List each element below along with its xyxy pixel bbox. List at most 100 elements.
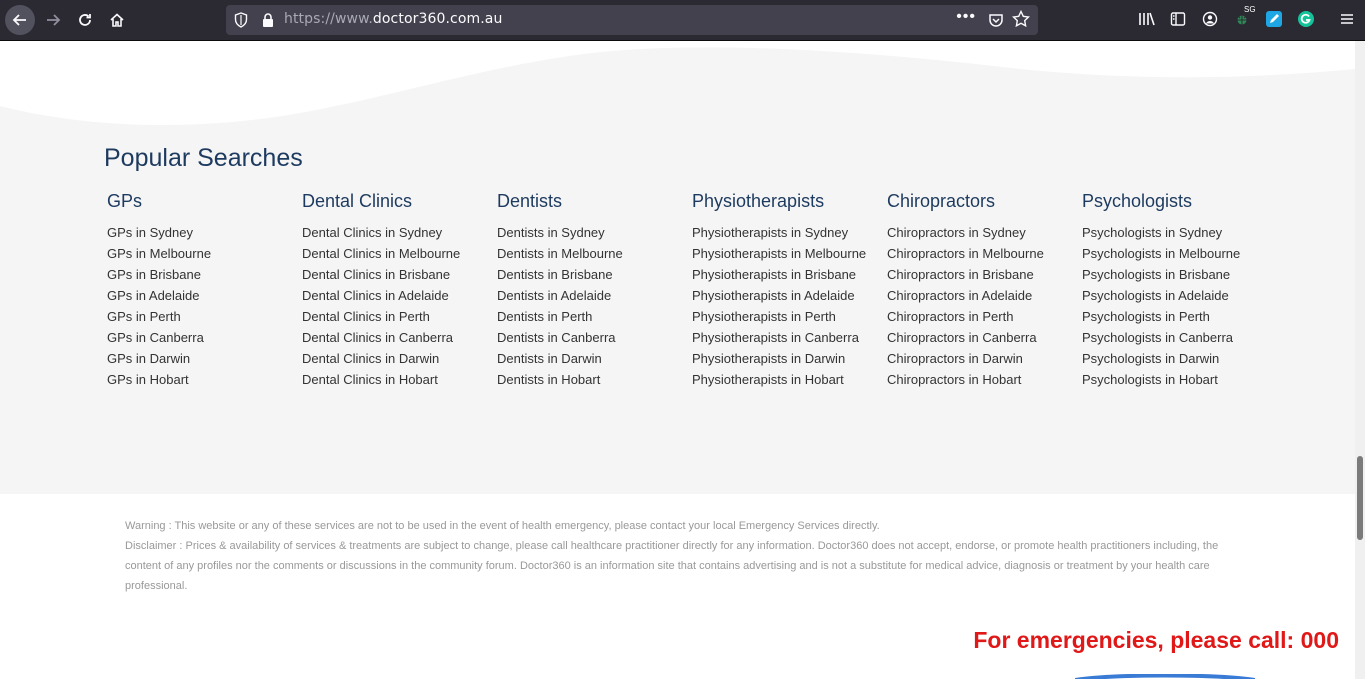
pocket-icon[interactable]: [988, 12, 1004, 28]
warning-text: Warning : This website or any of these s…: [125, 520, 880, 532]
sidebar-button[interactable]: [1167, 8, 1189, 30]
search-link[interactable]: Psychologists in Perth: [1082, 306, 1262, 327]
arrow-right-icon: [47, 14, 61, 26]
search-link[interactable]: Psychologists in Adelaide: [1082, 285, 1262, 306]
forward-button[interactable]: [38, 5, 68, 35]
search-link[interactable]: Dentists in Darwin: [497, 348, 677, 369]
search-link[interactable]: GPs in Darwin: [107, 348, 287, 369]
search-link[interactable]: Chiropractors in Melbourne: [887, 243, 1067, 264]
extension-button-notes[interactable]: [1263, 8, 1285, 30]
notes-pen-icon: [1266, 11, 1282, 27]
scrollbar-thumb[interactable]: [1357, 456, 1363, 540]
url-domain: doctor360.com.au: [372, 11, 503, 27]
search-link[interactable]: Psychologists in Hobart: [1082, 369, 1262, 390]
account-icon: [1202, 11, 1218, 27]
search-link[interactable]: GPs in Melbourne: [107, 243, 287, 264]
reload-icon: [79, 14, 91, 26]
search-link[interactable]: Chiropractors in Canberra: [887, 327, 1067, 348]
reload-button[interactable]: [70, 5, 100, 35]
bottom-arc-decoration: [1075, 674, 1255, 679]
column-heading-link[interactable]: Dental Clinics: [302, 191, 482, 218]
page-actions-menu[interactable]: •••: [956, 8, 976, 26]
search-link[interactable]: Psychologists in Brisbane: [1082, 264, 1262, 285]
search-link[interactable]: Physiotherapists in Sydney: [692, 222, 872, 243]
search-link[interactable]: Psychologists in Sydney: [1082, 222, 1262, 243]
search-link[interactable]: Chiropractors in Hobart: [887, 369, 1067, 390]
search-column: GPs GPs in Sydney GPs in Melbourne GPs in B…: [107, 191, 287, 390]
lock-icon[interactable]: [261, 12, 275, 28]
search-link[interactable]: Dentists in Perth: [497, 306, 677, 327]
search-column: Chiropractors Chiropractors in Sydney Chir…: [887, 191, 1067, 390]
search-link[interactable]: Dentists in Adelaide: [497, 285, 677, 306]
disclaimer-block: Warning : This website or any of these s…: [125, 516, 1235, 596]
search-link[interactable]: Physiotherapists in Adelaide: [692, 285, 872, 306]
browser-toolbar: https://www.doctor360.com.au ••• SG: [0, 0, 1365, 41]
back-button[interactable]: [5, 5, 35, 35]
search-link[interactable]: GPs in Brisbane: [107, 264, 287, 285]
account-button[interactable]: [1199, 8, 1221, 30]
search-link[interactable]: Dental Clinics in Hobart: [302, 369, 482, 390]
search-column: Dentists Dentists in Sydney Dentists in Me…: [497, 191, 677, 390]
search-link[interactable]: Physiotherapists in Darwin: [692, 348, 872, 369]
url-prefix: https://www.: [284, 11, 373, 27]
search-link[interactable]: Dentists in Sydney: [497, 222, 677, 243]
wave-divider: [0, 41, 1355, 126]
search-link[interactable]: Dentists in Canberra: [497, 327, 677, 348]
vertical-scrollbar[interactable]: [1355, 41, 1365, 679]
popular-searches-section: Popular Searches GPs GPs in Sydney GPs in …: [0, 41, 1355, 494]
app-menu-button[interactable]: [1336, 8, 1358, 30]
search-link[interactable]: Psychologists in Darwin: [1082, 348, 1262, 369]
arrow-left-icon: [12, 14, 26, 26]
address-bar[interactable]: https://www.doctor360.com.au •••: [226, 5, 1038, 35]
search-link[interactable]: Dentists in Brisbane: [497, 264, 677, 285]
search-column: Dental Clinics Dental Clinics in Sydney De…: [302, 191, 482, 390]
library-button[interactable]: [1136, 8, 1158, 30]
search-link[interactable]: Dentists in Melbourne: [497, 243, 677, 264]
search-link[interactable]: Dental Clinics in Brisbane: [302, 264, 482, 285]
grammarly-button[interactable]: [1295, 8, 1317, 30]
search-column: Psychologists Psychologists in Sydney Psyc…: [1082, 191, 1262, 390]
search-link[interactable]: GPs in Canberra: [107, 327, 287, 348]
search-link[interactable]: Dentists in Hobart: [497, 369, 677, 390]
search-link[interactable]: GPs in Perth: [107, 306, 287, 327]
disclaimer-text: Disclaimer : Prices & availability of se…: [125, 540, 1219, 592]
search-link[interactable]: GPs in Hobart: [107, 369, 287, 390]
search-link[interactable]: Dental Clinics in Melbourne: [302, 243, 482, 264]
search-link[interactable]: GPs in Adelaide: [107, 285, 287, 306]
home-icon: [110, 13, 124, 27]
search-link[interactable]: Chiropractors in Perth: [887, 306, 1067, 327]
search-link[interactable]: Chiropractors in Sydney: [887, 222, 1067, 243]
search-link[interactable]: Psychologists in Canberra: [1082, 327, 1262, 348]
search-link[interactable]: Physiotherapists in Brisbane: [692, 264, 872, 285]
shield-icon[interactable]: [234, 12, 248, 28]
footer: Warning : This website or any of these s…: [0, 494, 1355, 679]
home-button[interactable]: [102, 5, 132, 35]
search-link[interactable]: Chiropractors in Brisbane: [887, 264, 1067, 285]
search-link[interactable]: Dental Clinics in Darwin: [302, 348, 482, 369]
bookmark-star-icon[interactable]: [1012, 10, 1030, 28]
search-link[interactable]: Dental Clinics in Perth: [302, 306, 482, 327]
popular-searches-title: Popular Searches: [104, 144, 303, 172]
page-content: Popular Searches GPs GPs in Sydney GPs in …: [0, 41, 1355, 679]
sidebar-icon: [1170, 12, 1186, 26]
search-link[interactable]: Chiropractors in Adelaide: [887, 285, 1067, 306]
url-text[interactable]: https://www.doctor360.com.au: [284, 11, 502, 27]
search-link[interactable]: Physiotherapists in Hobart: [692, 369, 872, 390]
search-column: Physiotherapists Physiotherapists in Sydn…: [692, 191, 872, 390]
search-link[interactable]: Physiotherapists in Perth: [692, 306, 872, 327]
search-link[interactable]: Physiotherapists in Melbourne: [692, 243, 872, 264]
search-link[interactable]: Physiotherapists in Canberra: [692, 327, 872, 348]
search-link[interactable]: Dental Clinics in Canberra: [302, 327, 482, 348]
column-heading-link[interactable]: Chiropractors: [887, 191, 1067, 218]
search-link[interactable]: Dental Clinics in Sydney: [302, 222, 482, 243]
search-link[interactable]: GPs in Sydney: [107, 222, 287, 243]
emergency-notice: For emergencies, please call: 000: [973, 627, 1339, 653]
column-heading-link[interactable]: Psychologists: [1082, 191, 1262, 218]
column-heading-link[interactable]: GPs: [107, 191, 287, 218]
column-heading-link[interactable]: Dentists: [497, 191, 677, 218]
search-link[interactable]: Psychologists in Melbourne: [1082, 243, 1262, 264]
search-link[interactable]: Chiropractors in Darwin: [887, 348, 1067, 369]
column-heading-link[interactable]: Physiotherapists: [692, 191, 872, 218]
search-link[interactable]: Dental Clinics in Adelaide: [302, 285, 482, 306]
grammarly-icon: [1298, 11, 1314, 27]
